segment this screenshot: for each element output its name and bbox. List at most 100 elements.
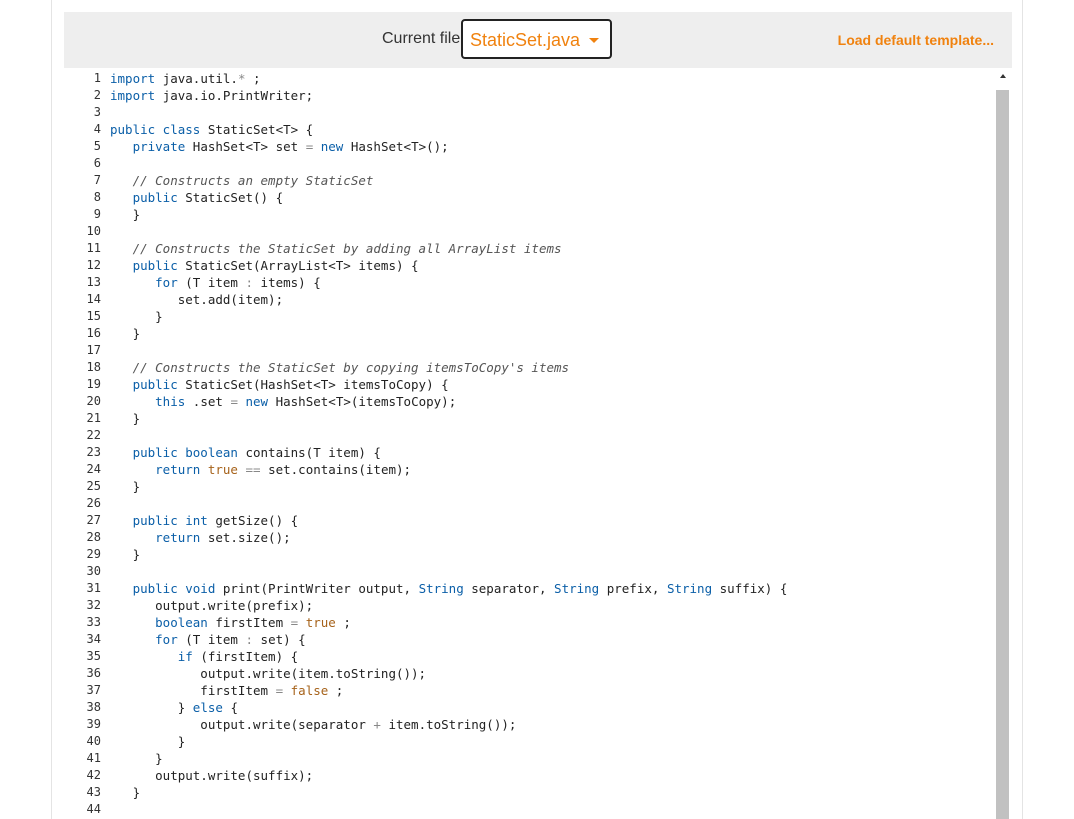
code-token: } <box>110 700 193 715</box>
line-number: 7 <box>93 173 101 187</box>
code-token: public <box>132 190 186 205</box>
code-token: output.write(prefix); <box>110 598 314 613</box>
editor-scrollbar[interactable] <box>996 68 1012 819</box>
line-number: 6 <box>93 156 101 170</box>
code-editor[interactable]: 1 import java.util.* ; 2 import java.io.Pri… <box>64 68 1012 819</box>
code-token: * <box>237 71 254 86</box>
line-number: 10 <box>86 224 101 238</box>
line-number: 19 <box>86 377 101 391</box>
line-number: 36 <box>86 666 101 680</box>
code-text: this .set = new HashSet<T>(itemsToCopy); <box>110 393 456 410</box>
code-token: true <box>305 615 344 630</box>
code-text: boolean firstItem = true ; <box>110 614 351 631</box>
line-number: 35 <box>86 649 101 663</box>
code-text: for (T item : items) { <box>110 274 321 291</box>
code-text: firstItem = false ; <box>110 682 343 699</box>
line-number: 31 <box>86 581 101 595</box>
code-token: : <box>245 275 261 290</box>
code-token: prefix, <box>606 581 667 596</box>
line-number: 1 <box>93 71 101 85</box>
code-token: return <box>155 530 208 545</box>
code-text: for (T item : set) { <box>110 631 306 648</box>
code-token: set.contains(item); <box>268 462 412 477</box>
code-token: new <box>245 394 276 409</box>
code-token: contains(T item) { <box>245 445 381 460</box>
code-token: StaticSet(HashSet<T> itemsToCopy) { <box>185 377 449 392</box>
code-token: } <box>110 479 141 494</box>
line-number: 41 <box>86 751 101 765</box>
code-text: // Constructs the StaticSet by adding al… <box>110 240 562 257</box>
code-token: // Constructs the StaticSet by copying i… <box>132 360 570 375</box>
line-number: 23 <box>86 445 101 459</box>
code-token: java.util. <box>162 71 238 86</box>
code-text: import java.io.PrintWriter; <box>110 87 313 104</box>
line-number: 32 <box>86 598 101 612</box>
code-token: public boolean <box>132 445 246 460</box>
line-number: 17 <box>86 343 101 357</box>
code-text: output.write(separator + item.toString()… <box>110 716 516 733</box>
line-number: 18 <box>86 360 101 374</box>
code-token: (T item <box>185 275 246 290</box>
load-default-template-link[interactable]: Load default template... <box>838 32 994 48</box>
code-text: public StaticSet(ArrayList<T> items) { <box>110 257 419 274</box>
code-token: // Constructs the StaticSet by adding al… <box>132 241 562 256</box>
code-token: StaticSet(ArrayList<T> items) { <box>185 258 419 273</box>
line-number: 3 <box>93 105 101 119</box>
line-number: 14 <box>86 292 101 306</box>
code-token: set.size(); <box>207 530 291 545</box>
editor-header: Current file: StaticSet.java Load defaul… <box>64 12 1012 68</box>
code-text: output.write(item.toString()); <box>110 665 426 682</box>
code-text: private HashSet<T> set = new HashSet<T>(… <box>110 138 449 155</box>
code-token: ; <box>343 615 351 630</box>
code-text: } <box>110 206 141 223</box>
code-text: output.write(suffix); <box>110 767 313 784</box>
line-number: 21 <box>86 411 101 425</box>
code-token: = <box>275 683 291 698</box>
code-token: boolean <box>155 615 216 630</box>
line-number: 8 <box>93 190 101 204</box>
code-token: true <box>207 462 246 477</box>
code-text: return true == set.contains(item); <box>110 461 411 478</box>
arrow-up-icon[interactable] <box>1000 74 1006 78</box>
code-token: this <box>155 394 193 409</box>
code-token: java.io.PrintWriter; <box>162 88 314 103</box>
code-text: // Constructs an empty StaticSet <box>110 172 374 189</box>
code-token: } <box>110 411 141 426</box>
code-token: } <box>110 785 141 800</box>
line-number: 40 <box>86 734 101 748</box>
file-select-dropdown[interactable]: StaticSet.java <box>461 19 612 59</box>
line-number: 33 <box>86 615 101 629</box>
scrollbar-thumb[interactable] <box>996 90 1009 819</box>
line-number: 25 <box>86 479 101 493</box>
code-text: public void print(PrintWriter output, St… <box>110 580 788 597</box>
line-number: 20 <box>86 394 101 408</box>
code-token: output.write(suffix); <box>110 768 314 783</box>
code-token: getSize() { <box>215 513 299 528</box>
code-token: firstItem <box>215 615 291 630</box>
code-text: public StaticSet() { <box>110 189 284 206</box>
code-text: public StaticSet(HashSet<T> itemsToCopy)… <box>110 376 449 393</box>
code-token: : <box>245 632 261 647</box>
code-token: private <box>132 139 193 154</box>
code-token: suffix) { <box>719 581 788 596</box>
line-number: 38 <box>86 700 101 714</box>
code-token: = <box>290 615 306 630</box>
code-token: String <box>418 581 472 596</box>
code-token: items) { <box>260 275 321 290</box>
code-token: import <box>110 71 163 86</box>
line-number: 29 <box>86 547 101 561</box>
line-number: 34 <box>86 632 101 646</box>
current-file-label: Current file: <box>382 30 465 47</box>
code-text: import java.util.* ; <box>110 70 261 87</box>
code-token: HashSet<T> set <box>192 139 306 154</box>
code-text: public boolean contains(T item) { <box>110 444 381 461</box>
code-token: firstItem <box>110 683 276 698</box>
code-token: for <box>155 632 186 647</box>
line-number: 44 <box>86 802 101 816</box>
